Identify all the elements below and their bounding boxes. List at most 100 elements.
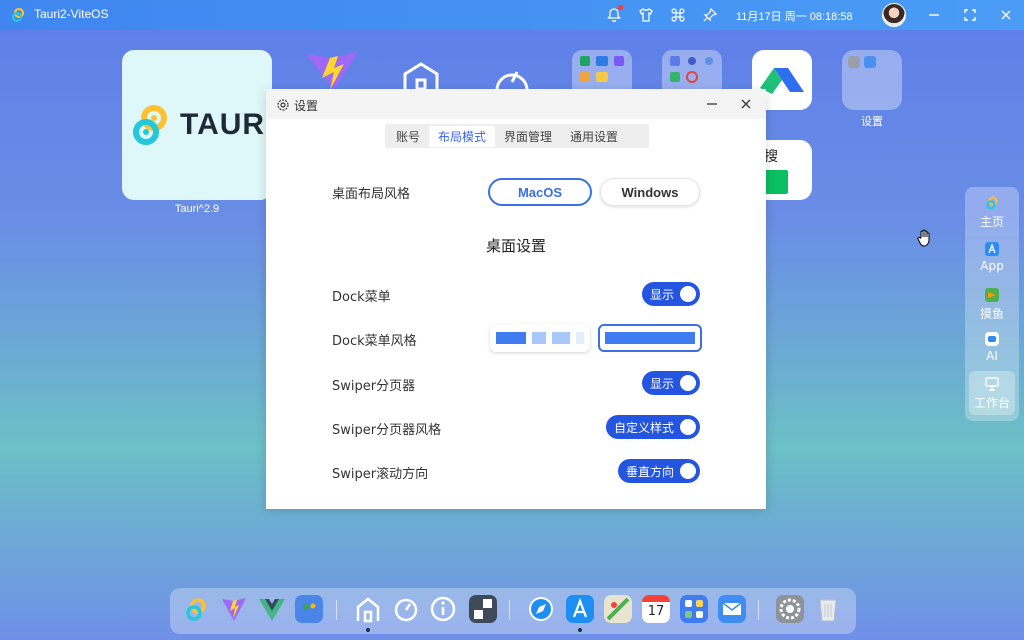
tab-interface[interactable]: 界面管理 [495, 126, 561, 147]
dashboard-icon[interactable] [392, 595, 420, 623]
settings-app-tile[interactable] [842, 50, 902, 110]
tab-general[interactable]: 通用设置 [561, 126, 627, 147]
running-indicator [578, 628, 582, 632]
toggle-text: 显示 [650, 376, 675, 391]
tauri-app-label: Tauri^2.9 [174, 203, 220, 215]
notification-dot [618, 5, 623, 10]
side-item-app[interactable]: App [969, 241, 1015, 273]
minimize-icon[interactable] [926, 7, 942, 23]
vue-icon[interactable] [258, 595, 286, 623]
tauri-icon[interactable] [182, 595, 210, 623]
dock-separator [509, 600, 510, 620]
home-app-icon[interactable] [402, 62, 440, 91]
section-title: 桌面设置 [485, 237, 546, 255]
safari-icon[interactable] [527, 595, 555, 623]
side-item-home[interactable]: 主页 [969, 195, 1015, 230]
side-item-fish[interactable]: 摸鱼 [969, 287, 1015, 322]
avatar[interactable] [882, 3, 906, 27]
fish-icon [985, 288, 999, 302]
calendar-icon[interactable]: 17 [642, 595, 670, 623]
office-folder-icon[interactable] [572, 50, 632, 90]
toggle-text: 显示 [650, 287, 675, 302]
layout-style-label: 桌面布局风格 [332, 187, 411, 202]
robot-icon [985, 332, 999, 346]
window-title: 设置 [294, 99, 319, 113]
close-icon[interactable] [998, 7, 1014, 23]
side-item-label: App [980, 259, 1004, 273]
maps2-icon[interactable] [604, 595, 632, 623]
fullscreen-icon[interactable] [962, 7, 978, 23]
settings-window: 设置 账号 布局模式 界面管理 通用设置 桌面布局风格 MacOS Window… [266, 89, 766, 509]
running-indicator [366, 628, 370, 632]
top-bar: Tauri2-ViteOS 11月17日 周一 08:18:58 [0, 0, 1024, 30]
side-item-ai[interactable]: AI [969, 331, 1015, 363]
swiper-direction-toggle[interactable]: 垂直方向 [618, 459, 700, 483]
appstore-icon[interactable] [566, 595, 594, 623]
minimize-button[interactable] [704, 96, 720, 112]
mail-icon[interactable] [718, 595, 746, 623]
gear-icon [848, 56, 860, 68]
gear-icon [276, 97, 290, 111]
dashboard-app-icon[interactable] [493, 62, 531, 91]
vite-icon[interactable] [220, 595, 248, 623]
dock-menu-label: Dock菜单 [332, 290, 391, 305]
apps-grid-icon[interactable] [680, 595, 708, 623]
clock: 11月17日 周一 08:18:58 [736, 11, 853, 23]
search-app-logo [764, 170, 788, 194]
info-icon[interactable] [429, 595, 457, 623]
tab-layout[interactable]: 布局模式 [429, 125, 496, 147]
side-item-label: AI [986, 349, 998, 363]
tauri-logo-icon [10, 7, 26, 23]
trash-icon[interactable] [814, 595, 842, 623]
swiper-pagination-toggle[interactable]: 显示 [642, 371, 700, 395]
swiper-pagination-style-label: Swiper分页器风格 [332, 423, 442, 438]
window-titlebar[interactable]: 设置 [266, 89, 766, 119]
side-item-label: 摸鱼 [979, 307, 1004, 321]
side-dock: 主页 App 摸鱼 AI 工作台 [965, 187, 1019, 421]
hm-icon[interactable] [469, 595, 497, 623]
bottom-dock: 17 [170, 588, 856, 634]
users-folder-icon[interactable] [662, 50, 722, 90]
dock-style-segmented-option[interactable] [490, 324, 590, 352]
calendar-day: 17 [647, 604, 665, 619]
dock-style-label: Dock菜单风格 [332, 334, 417, 349]
toggle-knob [680, 419, 696, 435]
side-item-workbench[interactable]: 工作台 [969, 371, 1015, 415]
vite-app-icon[interactable] [302, 50, 362, 90]
pin-icon[interactable] [702, 7, 718, 23]
close-button[interactable] [738, 96, 754, 112]
toggle-knob [680, 286, 696, 302]
tauri-icon [986, 196, 998, 210]
settings-icon[interactable] [776, 595, 804, 623]
shirt-icon[interactable] [638, 7, 654, 23]
dock-separator [336, 600, 337, 620]
app-title: Tauri2-ViteOS [34, 7, 109, 21]
tab-account[interactable]: 账号 [387, 126, 429, 147]
settings-tabs: 账号 布局模式 界面管理 通用设置 [385, 124, 649, 148]
dock-menu-toggle[interactable]: 显示 [642, 282, 700, 306]
hand-cursor-icon [917, 229, 930, 247]
dock-separator [758, 600, 759, 620]
settings-app-label: 设置 [861, 116, 883, 128]
macos-option[interactable]: MacOS [488, 178, 592, 206]
home-icon[interactable] [354, 595, 382, 623]
dock-style-full-option[interactable] [598, 324, 702, 352]
side-item-label: 主页 [979, 215, 1004, 229]
tauri-logo-icon [133, 105, 167, 145]
monitor-icon [985, 377, 999, 391]
swiper-direction-label: Swiper滚动方向 [332, 467, 429, 482]
display-icon [864, 56, 876, 68]
tauri-logo-text: TAURI [180, 108, 275, 141]
maps-icon[interactable] [295, 595, 323, 623]
toggle-text: 自定义样式 [614, 420, 675, 435]
windows-option[interactable]: Windows [600, 178, 700, 206]
side-item-label: 工作台 [973, 396, 1010, 410]
command-icon[interactable] [670, 7, 686, 23]
toggle-knob [680, 375, 696, 391]
toggle-knob [680, 463, 696, 479]
appstore-icon [985, 242, 999, 256]
toggle-text: 垂直方向 [626, 464, 675, 479]
search-app-text: 搜 [764, 149, 778, 165]
swiper-pagination-style-toggle[interactable]: 自定义样式 [606, 415, 700, 439]
swiper-pagination-label: Swiper分页器 [332, 379, 416, 394]
